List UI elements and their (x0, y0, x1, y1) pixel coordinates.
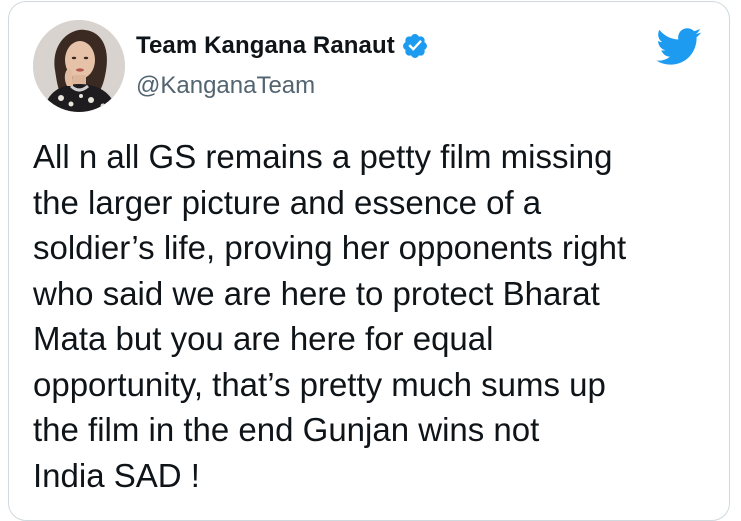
tweet-text-line: India SAD ! (33, 456, 200, 494)
author-display-name[interactable]: Team Kangana Ranaut (136, 32, 395, 60)
author-name-row[interactable]: Team Kangana Ranaut (136, 32, 429, 60)
tweet-text-line: opportunity, that’s pretty much sums up (33, 365, 606, 403)
tweet-text-line: Mata but you are here for equal (33, 320, 494, 357)
verified-badge-icon (401, 32, 429, 60)
tweet-text-line: All n all GS remains a petty film missin… (33, 138, 613, 175)
twitter-bird-icon[interactable] (656, 28, 702, 66)
profile-photo-image (33, 20, 125, 112)
tweet-text-line: the larger picture and essence of a (33, 183, 542, 221)
tweet-card[interactable]: Team Kangana Ranaut @KanganaTeam All n a… (8, 1, 730, 521)
tweet-text-line: soldier’s life, proving her opponents ri… (33, 229, 627, 266)
avatar[interactable] (33, 20, 125, 112)
tweet-text: All n all GS remains a petty film missin… (33, 134, 703, 498)
tweet-text-line: who said we are here to protect Bharat (33, 274, 600, 312)
author-handle[interactable]: @KanganaTeam (136, 72, 315, 100)
tweet-text-line: the film in the end Gunjan wins not (33, 411, 540, 448)
